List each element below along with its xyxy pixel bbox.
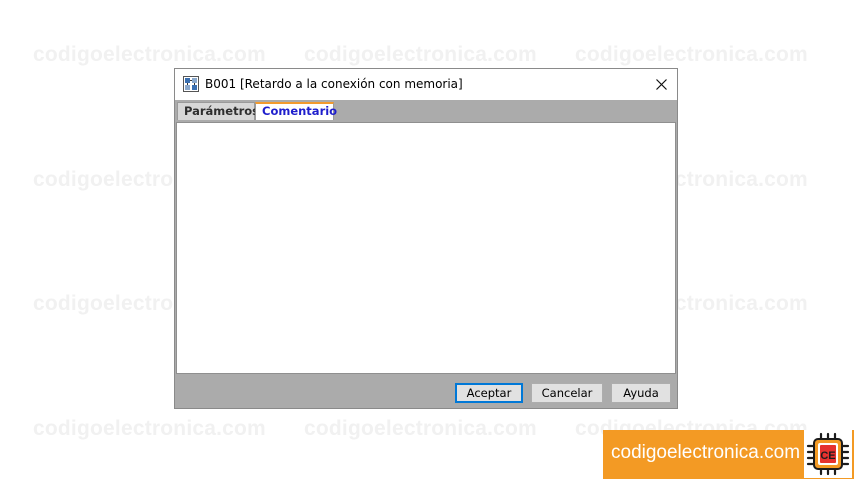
tab-label: Parámetros xyxy=(184,104,260,118)
tab-label: Comentario xyxy=(262,104,338,118)
dialog-title: B001 [Retardo a la conexión con memoria] xyxy=(205,77,463,91)
accept-button[interactable]: Aceptar xyxy=(455,383,523,403)
help-button[interactable]: Ayuda xyxy=(611,383,671,403)
watermark-text: codigoelectronica.com xyxy=(575,43,808,66)
tab-parametros[interactable]: Parámetros xyxy=(177,102,259,120)
block-properties-dialog: B001 [Retardo a la conexión con memoria]… xyxy=(174,68,678,409)
cancel-button[interactable]: Cancelar xyxy=(531,383,603,403)
brand-banner: codigoelectronica.com CE xyxy=(603,430,854,479)
close-button[interactable] xyxy=(645,69,677,100)
tab-comentario[interactable]: Comentario xyxy=(255,102,338,120)
chip-logo-icon: CE xyxy=(804,430,852,478)
watermark-text: codigoelectronica.com xyxy=(33,43,266,66)
comment-text-area[interactable] xyxy=(176,122,676,374)
logo-letters: CE xyxy=(820,450,835,462)
watermark-text: codigoelectronica.com xyxy=(304,43,537,66)
close-icon xyxy=(655,79,667,90)
tab-bar: Parámetros Comentario xyxy=(175,100,677,120)
block-app-icon xyxy=(183,76,199,92)
brand-text: codigoelectronica.com xyxy=(611,442,801,463)
watermark-text: codigoelectronica.com xyxy=(304,417,537,440)
dialog-title-bar[interactable]: B001 [Retardo a la conexión con memoria] xyxy=(175,69,677,100)
watermark-text: codigoelectronica.com xyxy=(33,417,266,440)
